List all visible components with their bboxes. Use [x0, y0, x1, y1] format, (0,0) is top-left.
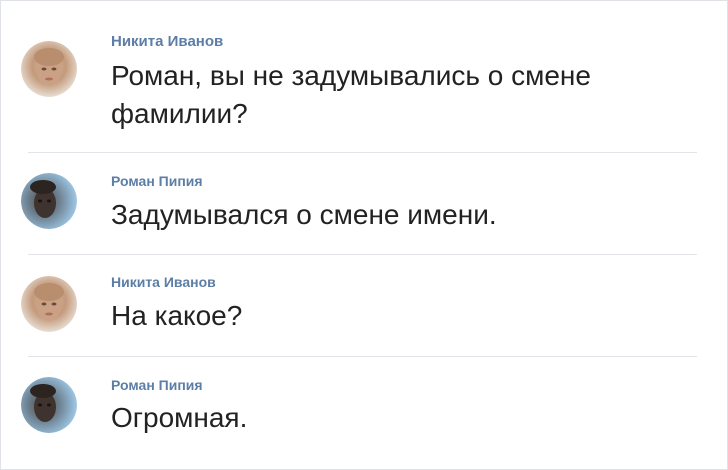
message-author[interactable]: Роман Пипия [111, 173, 203, 189]
chat-window: Никита Иванов Роман, вы не задумывались … [0, 0, 728, 470]
message-text: На какое? [111, 300, 243, 331]
message-divider [28, 152, 697, 153]
message-divider [28, 356, 697, 357]
message-author[interactable]: Роман Пипия [111, 377, 203, 393]
message-divider [28, 254, 697, 255]
message-text: Роман, вы не задумывались о смене фамили… [111, 60, 591, 129]
message-text: Огромная. [111, 402, 248, 433]
message-text: Задумывался о смене имени. [111, 199, 497, 230]
avatar-roman-icon[interactable] [21, 173, 77, 229]
message-author[interactable]: Никита Иванов [111, 33, 223, 50]
avatar-nikita-icon[interactable] [21, 276, 77, 332]
avatar-roman-icon[interactable] [21, 377, 77, 433]
avatar-nikita-icon[interactable] [21, 41, 77, 97]
message-author[interactable]: Никита Иванов [111, 274, 216, 290]
